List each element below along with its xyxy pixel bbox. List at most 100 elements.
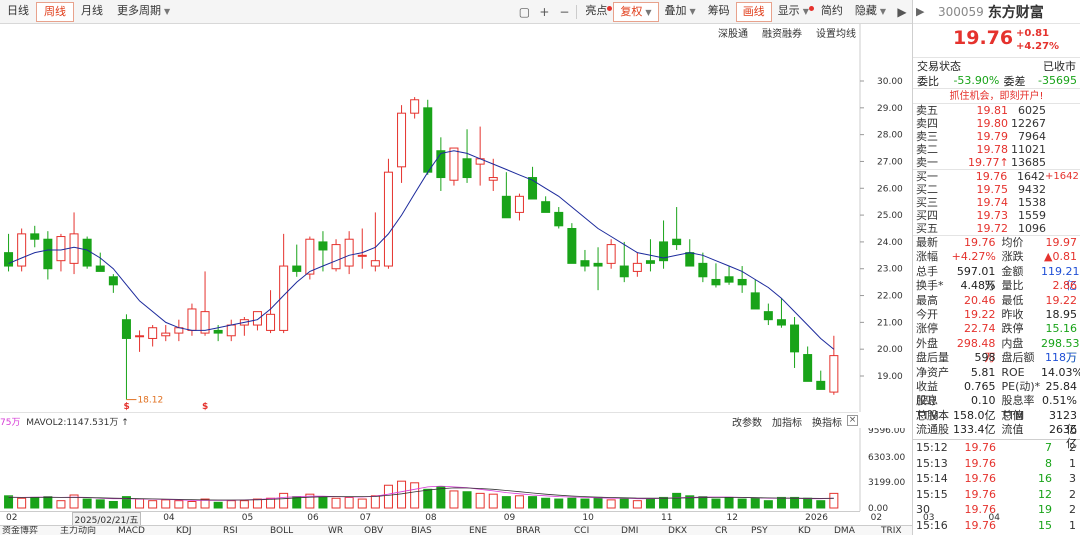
period-tab[interactable]: 周线 [36,2,74,22]
candle [17,228,27,272]
trade-v: 16 [1038,472,1052,486]
indicator-tab[interactable]: KD [798,526,811,535]
toolbar-button[interactable]: 复权 ▼ [613,2,659,22]
candle [776,298,786,328]
volume-bar [475,492,485,509]
y-tick-label: 22.00 [877,292,903,302]
volume-bar [698,496,708,509]
stat-value: 20.46 [963,293,996,307]
indicator-tab[interactable]: WR [328,526,343,535]
asks-row: 卖五 19.81 6025 [913,104,1080,117]
toolbar-button[interactable]: 叠加 ▼ [659,2,702,22]
indicator-tab[interactable]: PSY [751,526,768,535]
collapse-right-icon[interactable]: ▶ [892,2,912,22]
zoom-in-icon[interactable]: + [534,2,554,22]
chevron-down-icon: ▼ [689,7,696,16]
indicator-tab[interactable]: 资金博弈 [2,526,38,535]
toolbar-button[interactable]: 画线 [735,2,772,22]
trade-t: 15:15 [916,487,948,501]
asks-volume: 13685 [1011,156,1046,169]
vol-y-tick-label: 0.00 [868,504,888,511]
volume-bar [632,500,642,509]
indicator-tab[interactable]: DMI [621,526,638,535]
volume-bar [737,498,747,509]
candle [370,212,380,272]
vol-ma1-label: 75万 [0,418,21,428]
candle [423,99,433,175]
snapshot-icon[interactable]: ▢ [514,2,534,22]
indicator-tab[interactable]: DKX [668,526,687,535]
toolbar-button[interactable]: 亮点 [579,2,613,22]
candle [436,137,446,191]
indicator-tab[interactable]: RSI [223,526,238,535]
volume-bar [239,500,249,509]
volume-tools: 改参数 加指标 换指标 [732,413,842,429]
trade-t: 15:16 [916,518,948,532]
volume-tool[interactable]: 加指标 [772,414,802,429]
indicator-tab[interactable]: BOLL [270,526,293,535]
bids-row: 买一 19.76 1642 +1642 [913,170,1080,183]
volume-tool[interactable]: 改参数 [732,414,762,429]
volume-bar [619,498,629,509]
volume-bar [135,498,145,509]
trade-row: 15:12 19.76 7 2 [913,440,1080,456]
stats-table: 最新 19.76 均价 19.97 涨幅 +4.27% 涨跌 ▲0.81 总手 597.01万 金额… [913,236,1080,450]
candle [750,279,760,310]
zoom-out-icon[interactable]: − [554,2,574,22]
bids-label: 买五 [916,222,938,235]
chevron-down-icon: ▼ [879,7,886,16]
date-label: 06 [307,513,319,523]
stat-key: ROE [1001,365,1025,379]
indicator-tab[interactable]: ENE [469,526,487,535]
toolbar-button[interactable]: 筹码 [702,2,736,22]
period-tab[interactable]: 更多周期 ▼ [110,2,177,22]
open-account-link[interactable]: 抓住机会，即刻开户! [913,88,1080,104]
toolbar-button-label: 画线 [742,5,765,18]
toolbar-button-label: 简约 [820,4,843,17]
candle [763,303,773,326]
expand-icon[interactable]: ▶ [916,5,938,18]
volume-bar [672,492,682,509]
volume-bar [95,499,105,509]
trade-p: 19.76 [964,503,997,517]
ask-book: 卖五 19.81 6025 卖四 19.80 12267 卖三 19.79 7964 卖二 19.7… [913,104,1080,170]
stat-row: 换手* 4.48% 量比 2.86 [913,279,1080,293]
y-tick-label: 30.00 [877,77,903,87]
y-tick-label: 27.00 [877,157,903,167]
trade-v: 12 [1038,487,1052,501]
toolbar-button[interactable]: 简约 [815,2,849,22]
stat-key: 流通股 [916,423,949,437]
volume-chart[interactable]: 9596.00 6303.00 3199.00 0.00 [0,428,912,511]
trade-n: 1 [1069,518,1076,532]
ratio-label: 委比 [917,74,939,88]
trade-status-label: 交易状态 [917,59,961,73]
stock-code: 300059 [938,4,984,19]
indicator-tabs: 资金博弈 主力动向 MACD KDJ RSI BOLL WR OBV BIAS ENE BRAR CC… [0,525,912,535]
indicator-tab[interactable]: KDJ [176,526,192,535]
indicator-tab[interactable]: 主力动向 [60,526,96,535]
ma-line [8,150,835,350]
divider [576,5,578,19]
stat-value: 133.4亿 [952,423,996,437]
candlestick-chart[interactable]: 19.00 20.00 21.00 22.00 23.00 24.00 25.00 26.00… [0,24,912,412]
toolbar-button[interactable]: 隐藏 ▼ [849,2,892,22]
y-tick-label: 20.00 [877,345,903,355]
indicator-tab[interactable]: OBV [364,526,383,535]
volume-tool[interactable]: 换指标 [812,414,842,429]
indicator-tab[interactable]: BRAR [516,526,540,535]
period-tab[interactable]: 月线 [74,2,110,22]
indicator-tab[interactable]: CR [715,526,728,535]
volume-bar [436,486,446,509]
toolbar-button[interactable]: 显示 ▼ [772,2,815,22]
period-tab-label: 月线 [81,4,103,17]
indicator-tab[interactable]: TRIX [881,526,902,535]
asks-row: 卖三 19.79 7964 [913,130,1080,143]
indicator-tab[interactable]: MACD [118,526,145,535]
volume-bar [174,500,184,509]
stat-row: 涨幅 +4.27% 涨跌 ▲0.81 [913,250,1080,264]
close-icon[interactable]: × [847,415,858,426]
indicator-tab[interactable]: DMA [834,526,855,535]
period-tab[interactable]: 日线 [0,2,36,22]
indicator-tab[interactable]: BIAS [411,526,432,535]
indicator-tab[interactable]: CCI [574,526,589,535]
